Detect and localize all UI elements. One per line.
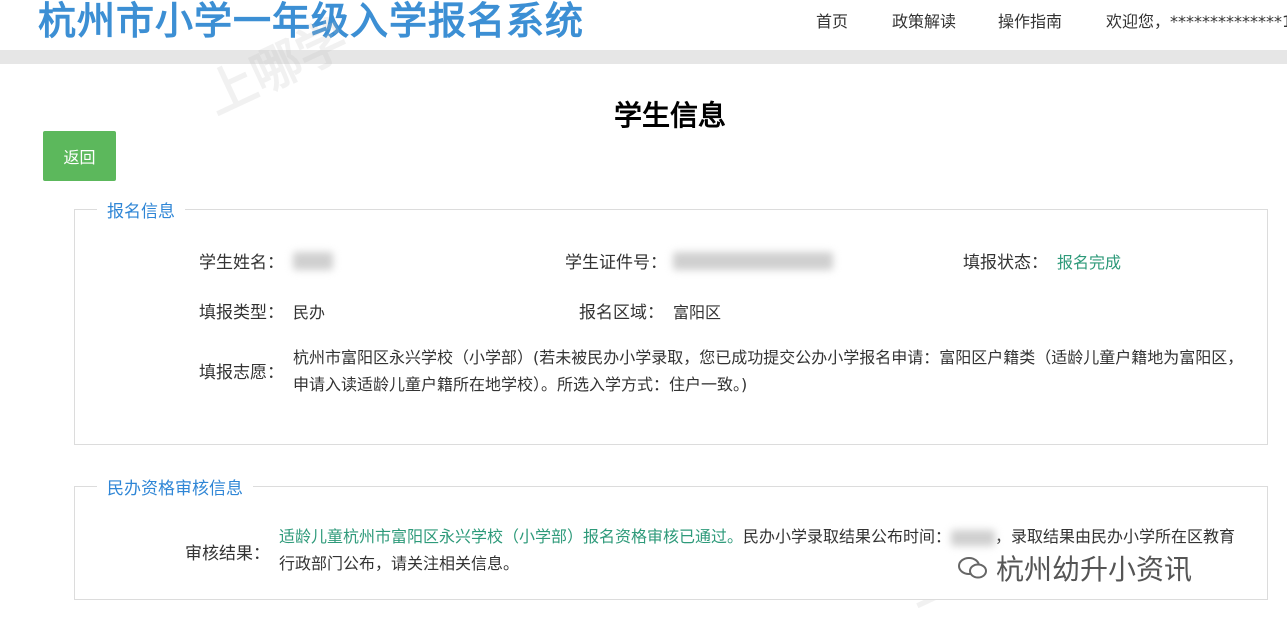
- student-id-redacted: [673, 252, 833, 270]
- site-title: 杭州市小学一年级入学报名系统: [38, 0, 585, 43]
- welcome-user: 欢迎您，**************141X: [1106, 12, 1287, 31]
- nav-policy-link[interactable]: 政策解读: [892, 8, 956, 32]
- wish-line-1: 杭州市富阳区永兴学校（小学部）(若未被民办小学录取，您已成功提交公办小学报名申请…: [293, 348, 1244, 367]
- wish-line-2: 申请入读适龄儿童户籍所在地学校）。所选入学方式：住户一致。): [293, 375, 748, 394]
- publish-time-redacted: [951, 529, 996, 546]
- wechat-icon: [958, 557, 987, 579]
- registration-legend: 报名信息: [97, 197, 185, 222]
- status-value: 报名完成: [1057, 253, 1122, 272]
- registration-panel: 报名信息 学生姓名： 学生证件号： 填报状态： 报名完成 填报类型： 民办 报名…: [74, 197, 1268, 445]
- type-label: 填报类型：: [199, 303, 284, 323]
- student-name-label: 学生姓名：: [199, 253, 284, 273]
- area-label: 报名区域：: [579, 303, 664, 323]
- type-value: 民办: [293, 303, 326, 322]
- back-button[interactable]: 返回: [43, 131, 116, 181]
- student-id-label: 学生证件号：: [565, 253, 667, 273]
- page-title: 学生信息: [613, 99, 726, 132]
- status-label: 填报状态：: [963, 253, 1048, 273]
- review-publish-time-label: 民办小学录取结果公布时间：: [743, 527, 952, 546]
- nav-home-link[interactable]: 首页: [816, 8, 848, 32]
- review-approved-text: 适龄儿童杭州市富阳区永兴学校（小学部）报名资格审核已通过。: [279, 527, 744, 546]
- wechat-tag-text: 杭州幼升小资讯: [996, 553, 1193, 586]
- wish-label: 填报志愿：: [199, 363, 284, 383]
- review-result-label: 审核结果：: [185, 544, 270, 564]
- area-value: 富阳区: [673, 303, 722, 322]
- wechat-source-tag: 杭州幼升小资讯: [958, 548, 1192, 588]
- review-legend: 民办资格审核信息: [97, 474, 253, 499]
- wish-text: 杭州市富阳区永兴学校（小学部）(若未被民办小学录取，您已成功提交公办小学报名申请…: [293, 344, 1253, 398]
- header-divider: [0, 50, 1287, 64]
- student-name-redacted: [293, 252, 333, 270]
- nav-guide-link[interactable]: 操作指南: [998, 8, 1062, 32]
- review-result-note: ，录取结果由民办小学所在区教育: [995, 527, 1236, 546]
- top-header: 杭州市小学一年级入学报名系统 首页 政策解读 操作指南 欢迎您，********…: [0, 0, 1287, 50]
- review-result-line-1: 适龄儿童杭州市富阳区永兴学校（小学部）报名资格审核已通过。民办小学录取结果公布时…: [279, 523, 1239, 550]
